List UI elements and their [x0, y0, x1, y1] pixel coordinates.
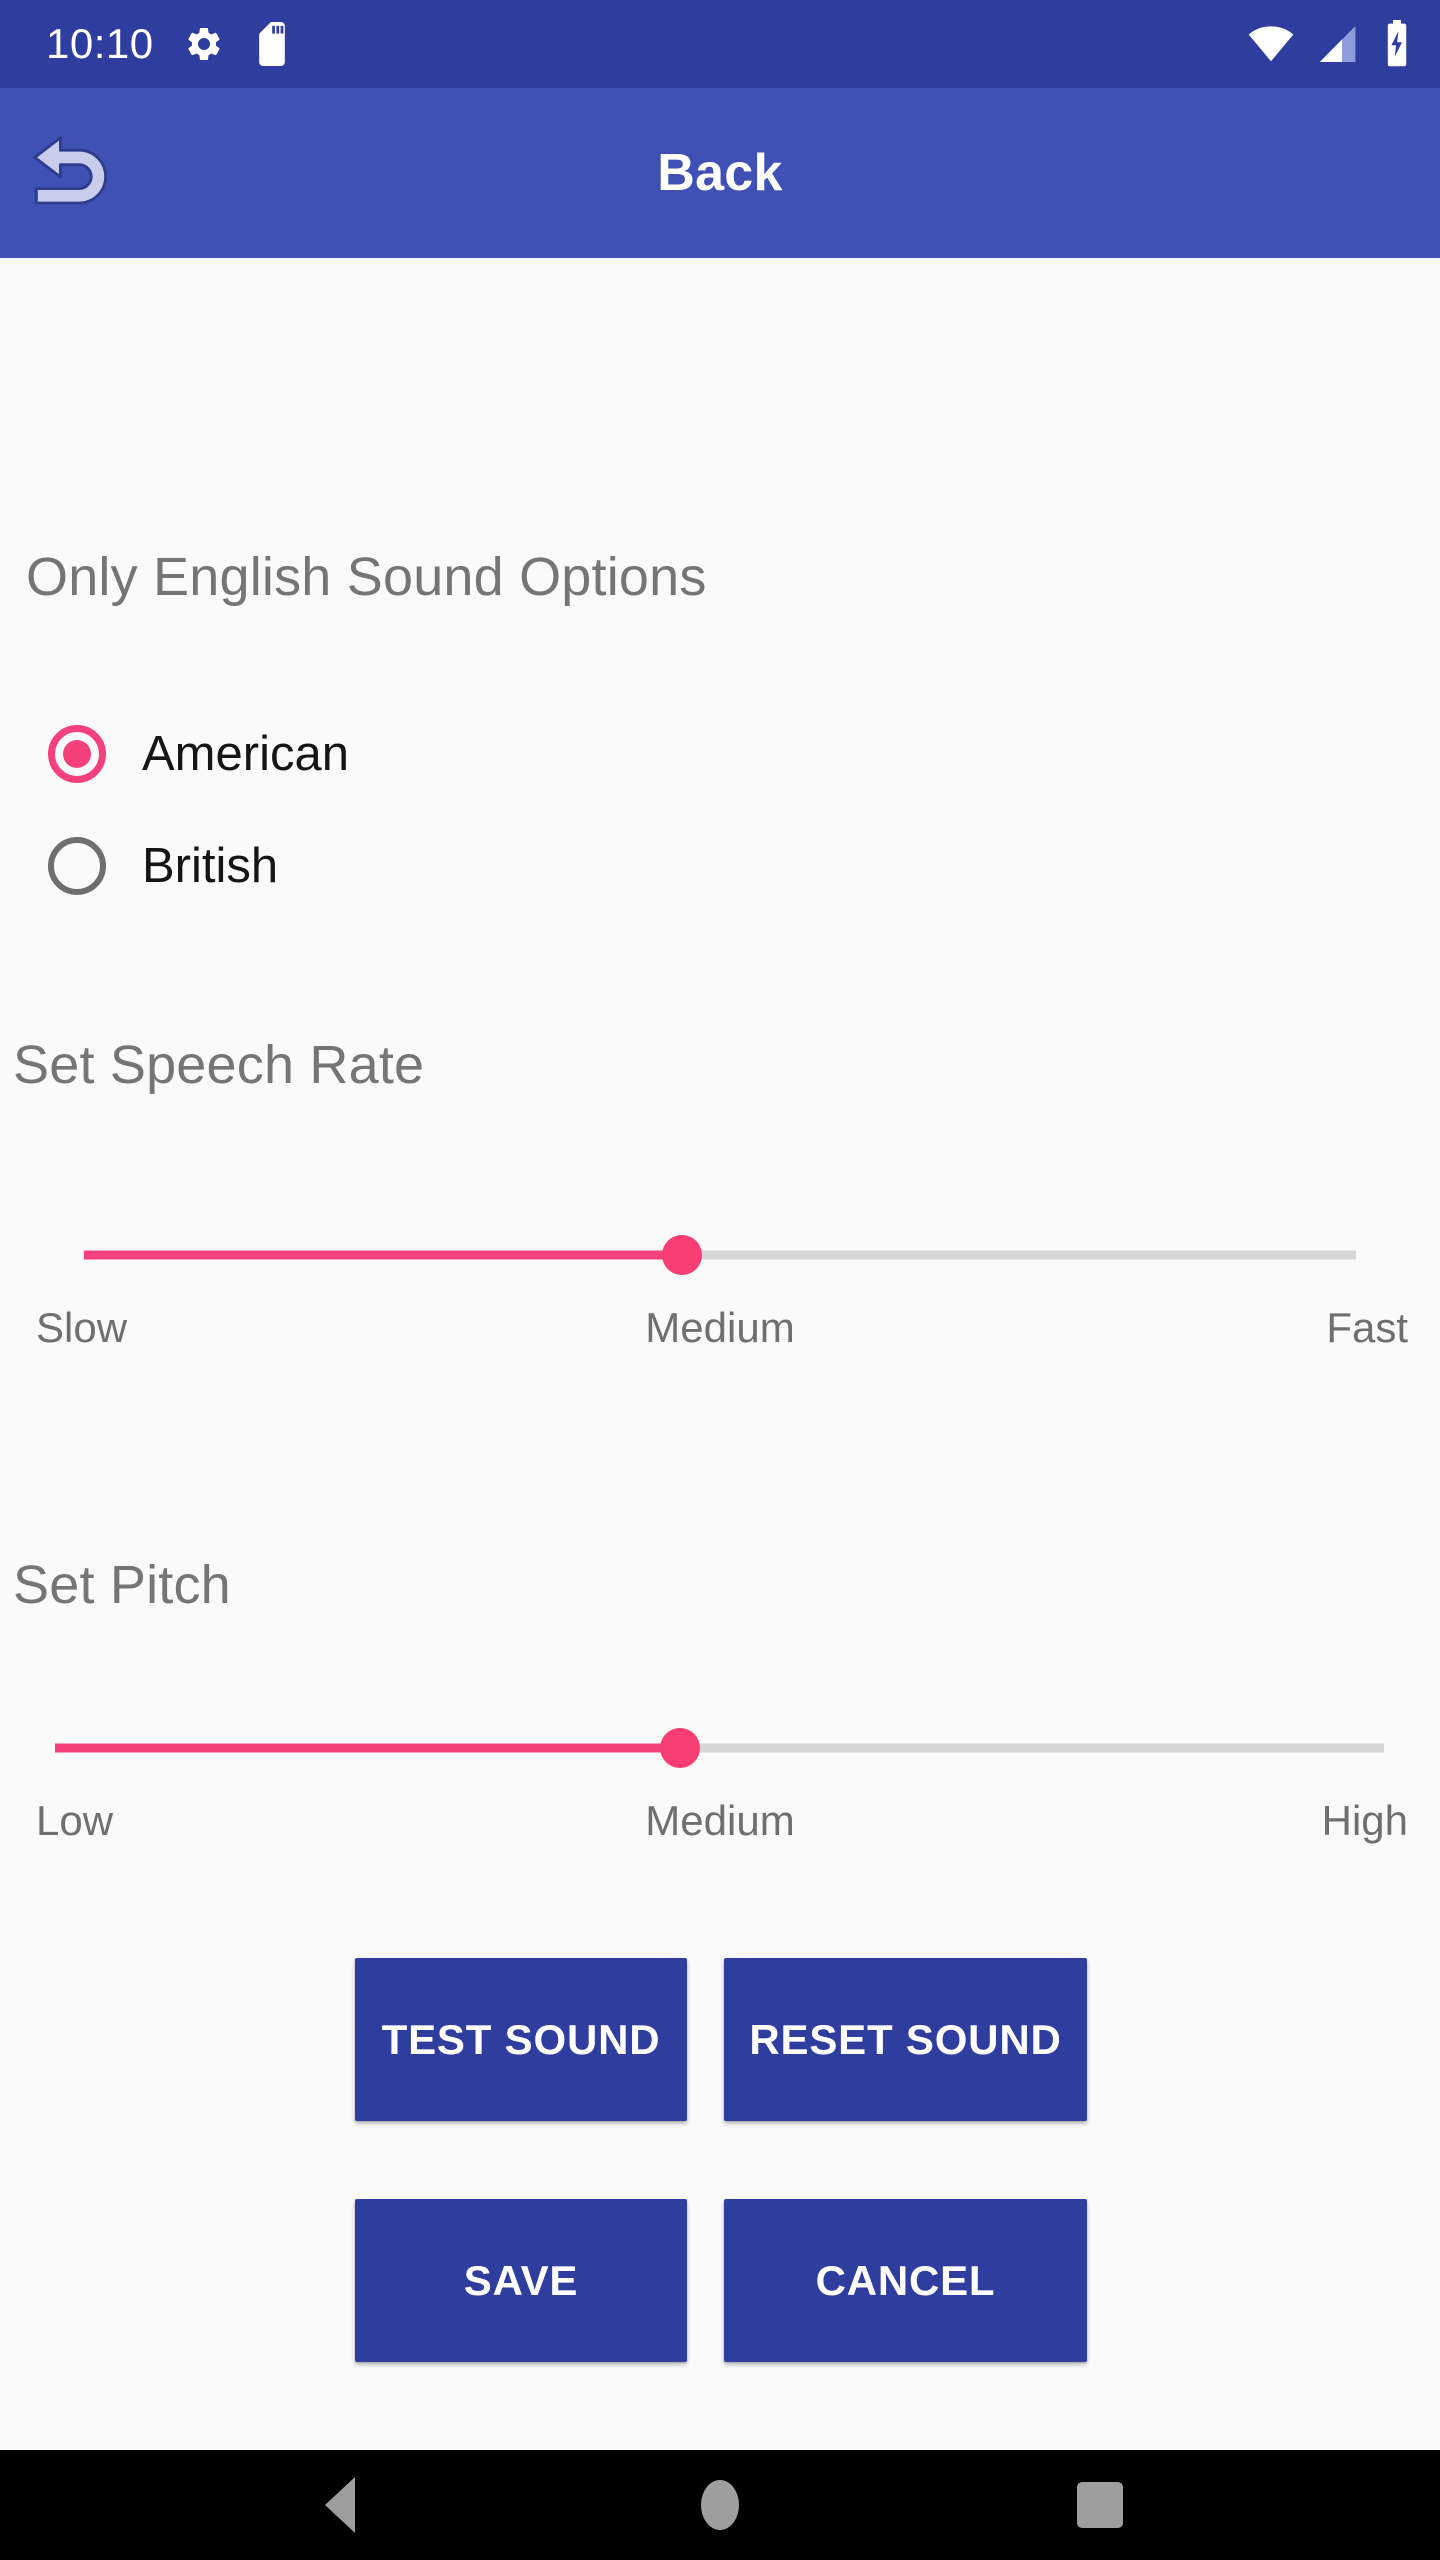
cellular-signal-icon: [1319, 26, 1356, 62]
radio-label-american: American: [142, 726, 349, 781]
settings-content: Only English Sound Options American Brit…: [0, 258, 1440, 2450]
pitch-label-high: High: [1321, 1797, 1408, 1844]
speech-rate-slider[interactable]: Slow Medium Fast: [0, 1233, 1440, 1367]
pitch-track-wrap[interactable]: [0, 1726, 1440, 1770]
undo-arrow-icon: [33, 136, 107, 205]
wifi-icon: [1248, 26, 1294, 62]
back-button[interactable]: [14, 113, 134, 233]
nav-back-button[interactable]: [265, 2450, 415, 2560]
nav-home-button[interactable]: [645, 2450, 795, 2560]
status-bar-left: 10:10: [46, 22, 1248, 66]
cancel-button[interactable]: CANCEL: [724, 2199, 1087, 2362]
pitch-heading: Set Pitch: [13, 1555, 231, 1615]
speech-rate-labels: Slow Medium Fast: [0, 1307, 1440, 1367]
pitch-thumb[interactable]: [659, 1728, 700, 1768]
speech-rate-track-wrap[interactable]: [0, 1233, 1440, 1277]
pitch-slider[interactable]: Low Medium High: [0, 1726, 1440, 1860]
app-bar: Back: [0, 88, 1440, 258]
accent-radio-group: American British: [48, 698, 349, 922]
radio-option-american[interactable]: American: [48, 698, 349, 810]
nav-back-icon: [325, 2477, 355, 2533]
radio-option-british[interactable]: British: [48, 810, 349, 922]
pitch-labels: Low Medium High: [0, 1800, 1440, 1860]
pitch-label-medium: Medium: [645, 1797, 795, 1844]
button-row-confirm: SAVE CANCEL: [355, 2199, 1087, 2362]
button-row-sound: TEST SOUND RESET SOUND: [355, 1958, 1087, 2121]
status-bar-clock: 10:10: [46, 20, 154, 67]
radio-checked-icon: [48, 725, 106, 783]
speech-rate-label-fast: Fast: [1326, 1304, 1408, 1351]
radio-unchecked-icon: [48, 837, 106, 895]
sound-options-heading: Only English Sound Options: [26, 547, 707, 607]
status-bar-right: [1248, 20, 1412, 68]
sd-card-icon: [258, 22, 285, 66]
system-nav-bar: [0, 2450, 1440, 2560]
speech-rate-heading: Set Speech Rate: [13, 1035, 425, 1095]
speech-rate-label-medium: Medium: [645, 1304, 795, 1351]
gear-icon: [187, 27, 220, 60]
pitch-fill: [55, 1743, 680, 1753]
page-title: Back: [657, 144, 783, 202]
nav-recents-icon: [1077, 2482, 1123, 2528]
save-button[interactable]: SAVE: [355, 2199, 687, 2362]
status-bar: 10:10: [0, 0, 1440, 88]
pitch-label-low: Low: [36, 1797, 114, 1844]
reset-sound-button[interactable]: RESET SOUND: [724, 1958, 1087, 2121]
speech-rate-label-slow: Slow: [36, 1304, 128, 1351]
nav-home-icon: [701, 2480, 739, 2530]
battery-charging-icon: [1387, 20, 1407, 67]
radio-label-british: British: [142, 838, 279, 893]
action-button-grid: TEST SOUND RESET SOUND SAVE CANCEL: [355, 1958, 1087, 2362]
speech-rate-thumb[interactable]: [661, 1235, 702, 1275]
phone-screen: 10:10 Back Only English Sound Options Am…: [0, 0, 1440, 2560]
speech-rate-fill: [84, 1250, 682, 1260]
nav-recents-button[interactable]: [1025, 2450, 1175, 2560]
radio-dot: [63, 740, 91, 768]
test-sound-button[interactable]: TEST SOUND: [355, 1958, 687, 2121]
